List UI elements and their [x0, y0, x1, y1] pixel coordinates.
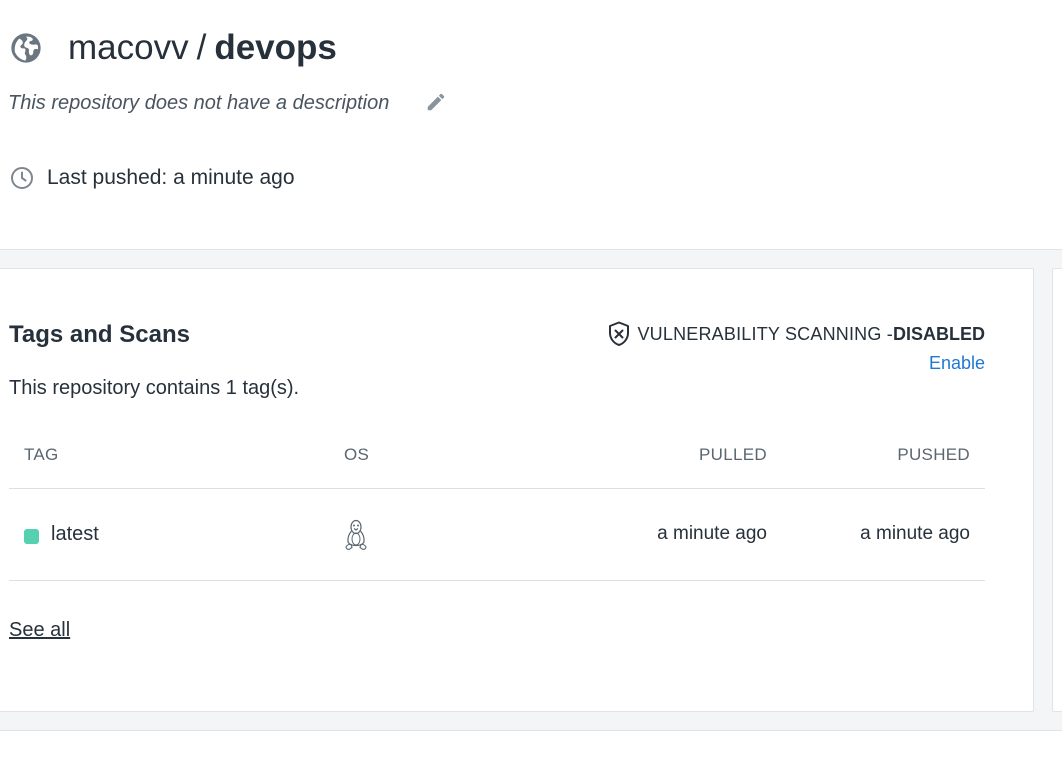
column-header-pushed: PUSHED: [897, 445, 970, 464]
column-header-os: OS: [344, 445, 370, 464]
side-panel-card: [1052, 268, 1062, 712]
vulnerability-label: VULNERABILITY SCANNING -: [637, 323, 893, 344]
column-header-tag: TAG: [24, 445, 59, 464]
tag-count-text: This repository contains 1 tag(s).: [9, 377, 300, 399]
column-header-pulled: PULLED: [699, 445, 767, 464]
tags-and-scans-card: Tags and Scans VULNERABILITY SCANNING - …: [0, 268, 1034, 712]
repo-owner[interactable]: macovv: [68, 28, 189, 68]
vulnerability-scanning-status: VULNERABILITY SCANNING - DISABLED Enable: [607, 321, 985, 374]
last-pushed-row: Last pushed: a minute ago: [10, 166, 295, 190]
tags-table: TAG OS PULLED PUSHED latest a minute ago…: [9, 429, 985, 581]
tag-pushed-time: a minute ago: [860, 523, 970, 544]
vulnerability-status-line: VULNERABILITY SCANNING - DISABLED: [607, 321, 985, 347]
last-pushed-text: Last pushed: a minute ago: [47, 166, 295, 189]
repo-separator: /: [196, 28, 207, 67]
repo-header: macovv / devops This repository does not…: [0, 0, 1062, 249]
vulnerability-status: DISABLED: [892, 323, 985, 344]
tag-name-link[interactable]: latest: [51, 523, 99, 546]
repo-description: This repository does not have a descript…: [8, 92, 390, 114]
see-all-link[interactable]: See all: [9, 619, 70, 642]
enable-scanning-link[interactable]: Enable: [607, 353, 985, 374]
linux-icon: [345, 519, 367, 551]
card-title: Tags and Scans: [9, 321, 190, 348]
shield-x-icon: [609, 321, 630, 346]
tag-pulled-time: a minute ago: [657, 523, 767, 544]
table-row: latest a minute ago a minute ago: [9, 489, 985, 581]
clock-icon: [11, 167, 33, 189]
repo-name: devops: [214, 28, 337, 67]
repo-description-row: This repository does not have a descript…: [8, 92, 447, 115]
tags-table-header: TAG OS PULLED PUSHED: [9, 429, 985, 489]
repo-title-row: macovv / devops: [10, 28, 337, 68]
globe-icon: [11, 33, 41, 63]
tag-status-indicator: [24, 529, 39, 544]
pencil-icon[interactable]: [425, 91, 447, 113]
